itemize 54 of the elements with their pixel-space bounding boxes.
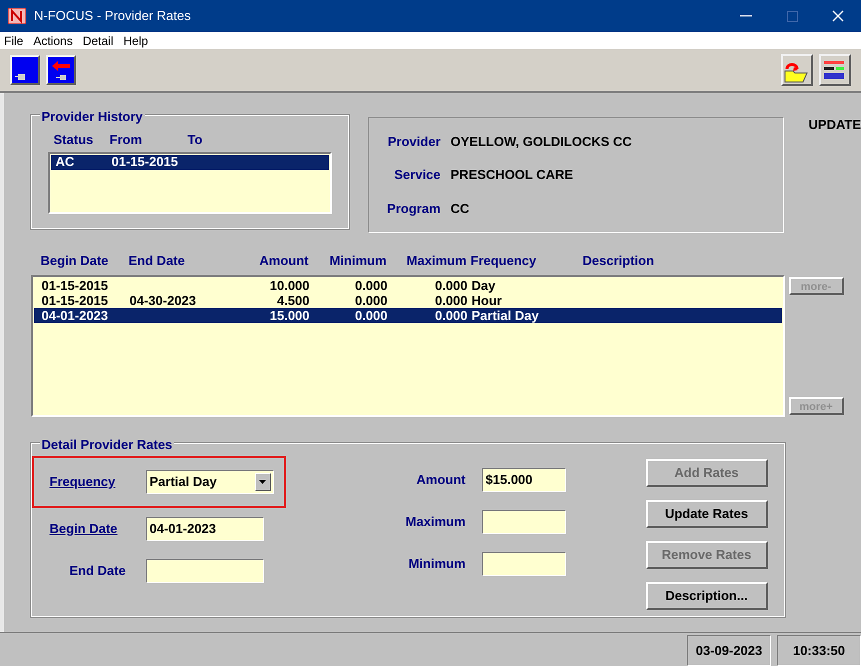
window-title: N-FOCUS - Provider Rates	[34, 7, 191, 26]
minimize-icon	[740, 15, 752, 17]
column-header: From	[110, 131, 144, 149]
input-field[interactable]	[482, 510, 566, 534]
column-header: End Date	[128, 252, 186, 270]
status-date: 03-09-2023	[687, 635, 771, 666]
input-field[interactable]: $15.000	[482, 468, 566, 492]
column-header: Maximum	[406, 252, 467, 270]
field-label: End Date	[68, 562, 127, 580]
field-label: Program	[386, 200, 441, 218]
action-button[interactable]: Description...	[646, 582, 768, 610]
field-value: CC	[450, 200, 470, 218]
column-header: Amount	[258, 252, 309, 270]
input-field[interactable]: 04-01-2023	[146, 516, 264, 540]
close-icon	[832, 10, 844, 22]
app-logo-icon	[8, 8, 26, 24]
folder-toolbar-button[interactable]	[781, 54, 813, 86]
field-label: Provider	[386, 132, 441, 151]
column-header: Status	[54, 131, 94, 149]
column-header: Frequency	[470, 252, 538, 270]
history-list[interactable]: AC 01-15-2015	[48, 152, 332, 214]
maximize-icon	[786, 10, 798, 22]
door-icon	[15, 74, 25, 80]
history-row[interactable]: AC 01-15-2015	[50, 154, 329, 170]
rates-list[interactable]: 01-15-2015 10.000 0.000 0.000 Day 01-15-2015 04-30-2023 4.500 0.000 0.000 Hour 04-01-2023 15.000 0.000 0.000 Partial Day	[30, 274, 785, 416]
back-toolbar-button[interactable]	[46, 55, 76, 85]
menu-item[interactable]: Actions	[33, 32, 73, 50]
frequency-link[interactable]: Frequency	[50, 472, 146, 492]
menu-toolbar-button[interactable]	[819, 54, 851, 86]
back-arrow-icon	[50, 59, 72, 81]
rate-row[interactable]: 04-01-2023 15.000 0.000 0.000 Partial Day	[34, 308, 782, 322]
field-label: Minimum	[407, 554, 466, 573]
frequency-dropdown[interactable]: Partial Day	[146, 470, 274, 494]
column-header: Description	[582, 252, 656, 270]
action-button[interactable]: Update Rates	[646, 500, 768, 528]
rate-row[interactable]: 01-15-2015 04-30-2023 4.500 0.000 0.000 Hour	[34, 292, 782, 308]
exit-toolbar-button[interactable]	[10, 55, 40, 85]
menu-item[interactable]: Help	[123, 32, 148, 50]
field-label: Amount	[415, 470, 466, 489]
field-label: Service	[393, 166, 441, 184]
field-value: PRESCHOOL CARE	[450, 166, 574, 184]
column-header: Minimum	[328, 252, 387, 270]
menu-item[interactable]: File	[4, 32, 24, 50]
status-time: 10:33:50	[777, 635, 861, 666]
mode-label: UPDATE	[808, 116, 861, 134]
field-label: Maximum	[404, 512, 466, 531]
menu-item[interactable]: Detail	[82, 32, 114, 50]
rate-row[interactable]: 01-15-2015 10.000 0.000 0.000 Day	[34, 278, 782, 292]
column-header: To	[188, 131, 202, 149]
field-value: OYELLOW, GOLDILOCKS CC	[450, 132, 632, 151]
input-field[interactable]	[482, 552, 566, 576]
column-header: Begin Date	[40, 252, 110, 270]
begin-date-link[interactable]: Begin Date	[50, 518, 146, 538]
input-field[interactable]	[146, 558, 264, 582]
